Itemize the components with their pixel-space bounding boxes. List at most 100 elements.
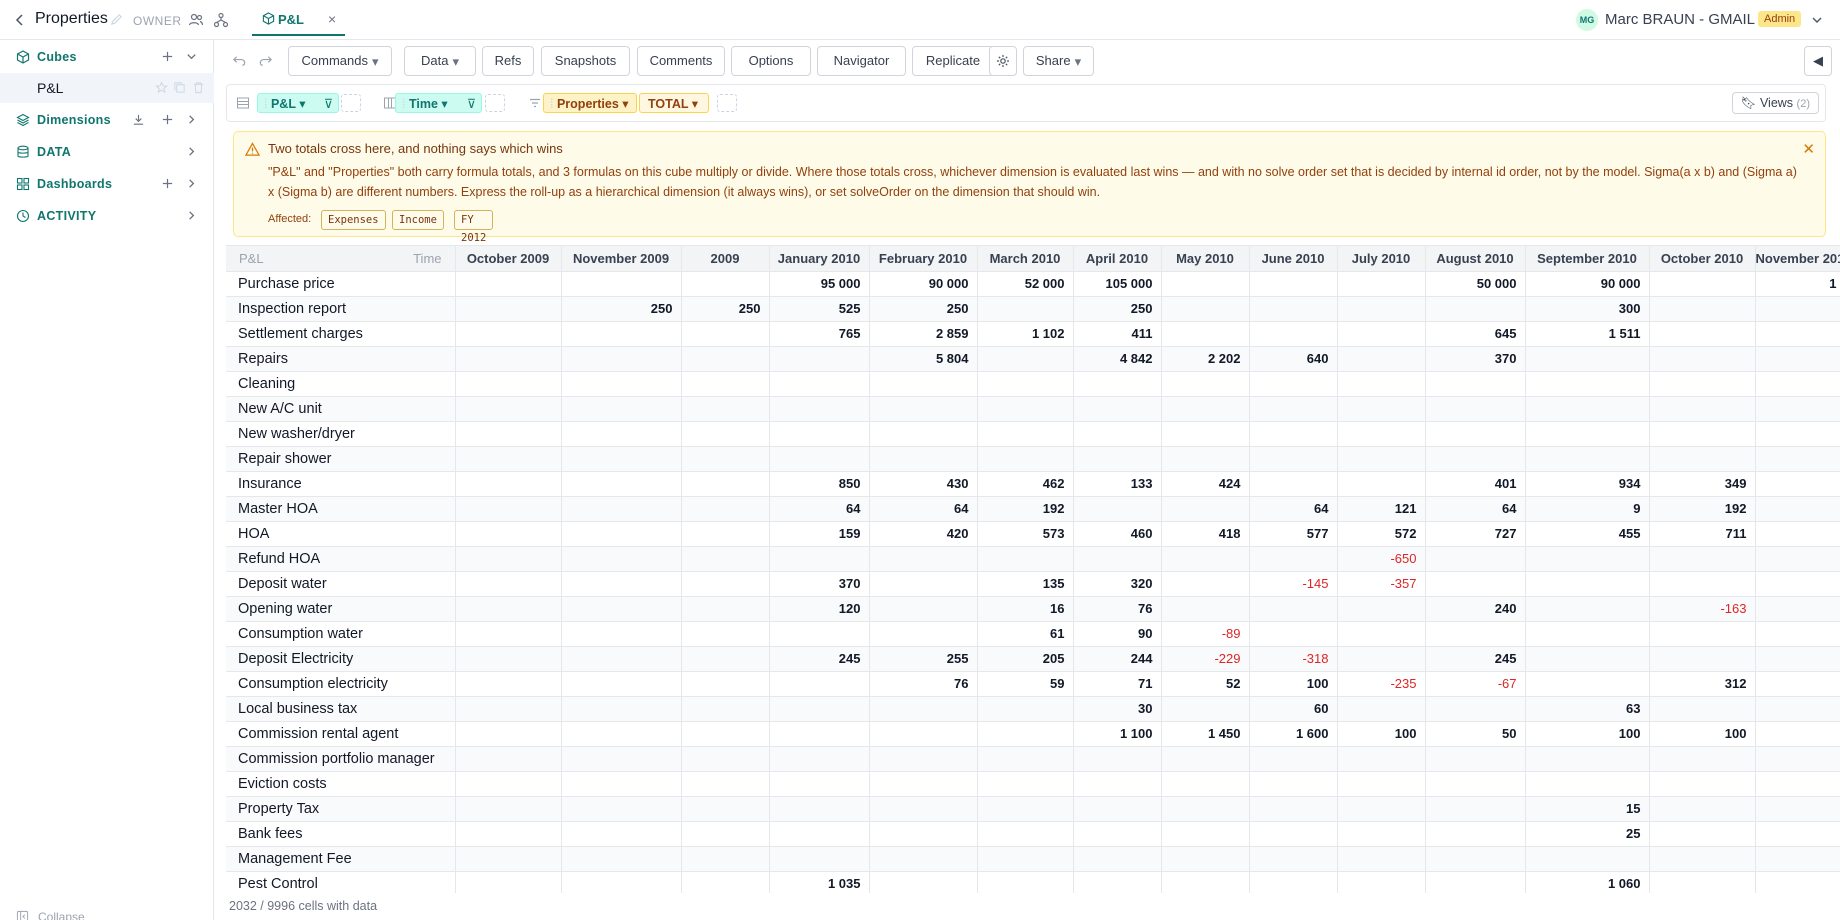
grid-cell[interactable] <box>1649 796 1756 822</box>
grid-cell[interactable] <box>869 571 978 597</box>
grid-cell[interactable] <box>977 371 1074 397</box>
grid-cell[interactable] <box>1755 471 1840 497</box>
grid-cell[interactable] <box>769 671 870 697</box>
grid-cell[interactable] <box>681 396 770 422</box>
grid-cell[interactable] <box>1755 596 1840 622</box>
row-header[interactable]: Commission portfolio manager <box>226 746 456 772</box>
grid-cell[interactable] <box>769 446 870 472</box>
grid-cell[interactable] <box>1425 771 1526 797</box>
grid-cell[interactable] <box>977 421 1074 447</box>
grid-cell[interactable]: 455 <box>1525 521 1650 547</box>
grid-cell[interactable] <box>1649 746 1756 772</box>
grid-cell[interactable]: 100 <box>1249 671 1338 697</box>
grid-cell[interactable] <box>1755 746 1840 772</box>
grid-cell[interactable] <box>1425 396 1526 422</box>
grid-cell[interactable] <box>977 546 1074 572</box>
share-button[interactable]: Share ▾ <box>1023 46 1094 76</box>
grid-cell[interactable]: 60 <box>1249 696 1338 722</box>
grid-cell[interactable]: 934 <box>1525 471 1650 497</box>
grid-cell[interactable]: 765 <box>769 321 870 347</box>
grid-cell[interactable] <box>561 321 682 347</box>
grid-cell[interactable] <box>561 771 682 797</box>
grid-cell[interactable]: 90 000 <box>869 271 978 297</box>
row-header[interactable]: Opening water <box>226 596 456 622</box>
add-icon[interactable] <box>161 113 174 126</box>
user-name[interactable]: Marc BRAUN - GMAIL <box>1605 11 1755 28</box>
column-header[interactable]: February 2010 <box>869 246 978 272</box>
grid-cell[interactable] <box>681 846 770 872</box>
grid-cell[interactable] <box>1525 571 1650 597</box>
grid-cell[interactable]: 250 <box>1073 296 1162 322</box>
grid-cell[interactable]: 59 <box>977 671 1074 697</box>
grid-cell[interactable] <box>1337 371 1426 397</box>
grid-cell[interactable] <box>769 796 870 822</box>
grid-cell[interactable] <box>1249 746 1338 772</box>
grid-cell[interactable] <box>561 396 682 422</box>
pencil-icon[interactable] <box>110 13 123 26</box>
grid-cell[interactable] <box>455 371 562 397</box>
grid-cell[interactable] <box>455 846 562 872</box>
data-button[interactable]: Data ▾ <box>404 46 476 76</box>
grid-cell[interactable] <box>1161 696 1250 722</box>
grid-cell[interactable]: 850 <box>769 471 870 497</box>
row-header[interactable]: Property Tax <box>226 796 456 822</box>
grid-cell[interactable] <box>1755 671 1840 697</box>
grid-cell[interactable] <box>1525 846 1650 872</box>
grid-cell[interactable] <box>1425 446 1526 472</box>
grid-cell[interactable] <box>561 821 682 847</box>
grid-cell[interactable] <box>869 821 978 847</box>
row-header[interactable]: Pest Control <box>226 871 456 893</box>
comments-button[interactable]: Comments <box>637 46 725 76</box>
options-button[interactable]: Options <box>731 46 811 76</box>
grid-cell[interactable] <box>869 596 978 622</box>
grid-cell[interactable] <box>1249 446 1338 472</box>
grid-cell[interactable] <box>869 746 978 772</box>
grid-cell[interactable] <box>1337 746 1426 772</box>
grid-cell[interactable] <box>455 821 562 847</box>
filter-icon[interactable]: ⊽ <box>467 94 476 114</box>
grid-cell[interactable] <box>561 646 682 672</box>
grid-cell[interactable] <box>1073 546 1162 572</box>
grid-cell[interactable]: 1 511 <box>1525 321 1650 347</box>
grid-cell[interactable] <box>1755 696 1840 722</box>
grid-cell[interactable] <box>1755 346 1840 372</box>
grid-cell[interactable]: 577 <box>1249 521 1338 547</box>
grid-cell[interactable] <box>1649 271 1756 297</box>
column-header[interactable]: October 2009 <box>455 246 562 272</box>
grid-cell[interactable] <box>681 496 770 522</box>
grid-cell[interactable]: 4 842 <box>1073 346 1162 372</box>
grid-cell[interactable]: 64 <box>1425 496 1526 522</box>
grid-cell[interactable] <box>561 621 682 647</box>
grid-cell[interactable] <box>1649 296 1756 322</box>
grid-cell[interactable]: 133 <box>1073 471 1162 497</box>
grid-cell[interactable]: -145 <box>1249 571 1338 597</box>
column-header[interactable]: September 2010 <box>1525 246 1650 272</box>
grid-cell[interactable]: 1 102 <box>977 321 1074 347</box>
star-icon[interactable] <box>155 81 168 94</box>
grid-cell[interactable]: 76 <box>869 671 978 697</box>
column-header[interactable]: April 2010 <box>1073 246 1162 272</box>
grid-cell[interactable]: 90 000 <box>1525 271 1650 297</box>
grid-cell[interactable]: 462 <box>977 471 1074 497</box>
grid-cell[interactable]: 30 <box>1073 696 1162 722</box>
grid-cell[interactable] <box>561 471 682 497</box>
grid-cell[interactable] <box>1755 546 1840 572</box>
grid-cell[interactable]: 52 <box>1161 671 1250 697</box>
affected-chip[interactable]: Expenses <box>321 210 386 230</box>
replicate-button[interactable]: Replicate <box>912 46 994 76</box>
grid-cell[interactable]: 411 <box>1073 321 1162 347</box>
grid-cell[interactable] <box>1425 546 1526 572</box>
chevron-down-icon[interactable] <box>185 50 198 63</box>
grid-cell[interactable]: -89 <box>1161 621 1250 647</box>
grid-cell[interactable]: 25 <box>1525 821 1650 847</box>
sidebar-section-activity[interactable]: ACTIVITY <box>0 201 214 231</box>
grid-cell[interactable] <box>977 396 1074 422</box>
grid-cell[interactable] <box>1649 321 1756 347</box>
grid-cell[interactable] <box>1425 371 1526 397</box>
grid-cell[interactable] <box>1755 771 1840 797</box>
grid-cell[interactable]: 16 <box>977 596 1074 622</box>
grid-cell[interactable] <box>1337 296 1426 322</box>
grid-cell[interactable] <box>1161 496 1250 522</box>
row-header[interactable]: Master HOA <box>226 496 456 522</box>
grid-cell[interactable] <box>1161 271 1250 297</box>
